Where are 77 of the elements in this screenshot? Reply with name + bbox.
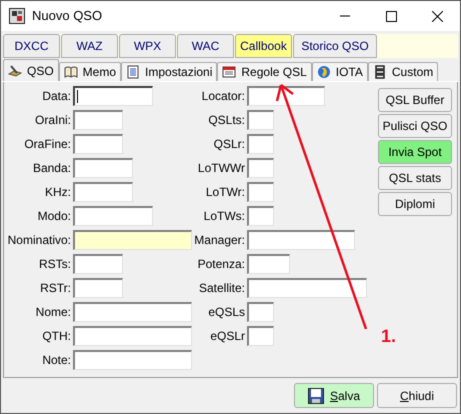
input-field[interactable] <box>247 134 274 154</box>
input-field[interactable] <box>73 302 192 322</box>
input-field[interactable] <box>73 278 123 298</box>
book-icon <box>64 65 78 79</box>
close-icon <box>432 10 442 22</box>
side-button[interactable]: QSL Buffer <box>378 88 452 112</box>
toolbar-button[interactable]: WAC <box>177 34 234 58</box>
tab[interactable]: QSO <box>3 59 59 81</box>
input-field[interactable] <box>247 158 274 178</box>
toolbar-button[interactable]: WPX <box>119 34 176 58</box>
field-label: LoTWWr <box>196 160 246 177</box>
input-field[interactable] <box>247 206 274 226</box>
stack-icon <box>372 65 387 79</box>
field-label: Note: <box>41 352 72 369</box>
field-label: Nominativo: <box>6 232 72 249</box>
input-field[interactable] <box>247 302 274 322</box>
calendar-icon <box>222 65 236 79</box>
field-label: LoTWr: <box>204 184 246 201</box>
side-button[interactable]: Pulisci QSO <box>378 114 452 138</box>
globe-icon <box>316 65 331 79</box>
input-field[interactable] <box>247 254 290 274</box>
field-label: RSTr: <box>39 280 72 297</box>
field-label: QSLr: <box>212 136 246 153</box>
tab[interactable]: Custom <box>368 62 438 81</box>
field-label: LoTWs: <box>202 208 246 225</box>
field-label: OraIni: <box>34 112 72 129</box>
input-field[interactable] <box>73 134 123 154</box>
field-label: QSLts: <box>207 112 246 129</box>
side-button[interactable]: Invia Spot <box>378 140 452 164</box>
input-field[interactable] <box>247 182 274 202</box>
tab[interactable]: Memo <box>58 62 122 81</box>
input-field[interactable] <box>247 230 355 250</box>
input-field[interactable] <box>73 326 192 346</box>
input-field[interactable] <box>247 278 367 298</box>
document-icon <box>126 65 140 79</box>
field-label: QTH: <box>41 328 72 345</box>
field-label: Potenza: <box>196 256 246 273</box>
field-label: KHz: <box>44 184 72 201</box>
toolbar-button[interactable]: WAZ <box>61 34 118 58</box>
tab[interactable]: Regole QSL <box>217 62 312 81</box>
field-label: RSTs: <box>38 256 72 273</box>
close-dialog-button[interactable]: Chiudi <box>377 383 457 408</box>
input-field[interactable] <box>73 254 123 274</box>
input-field[interactable] <box>73 206 153 226</box>
tab[interactable]: IOTA <box>312 62 368 81</box>
field-label: OraFine: <box>23 136 72 153</box>
side-button[interactable]: QSL stats <box>378 166 452 190</box>
input-field[interactable] <box>247 86 325 106</box>
input-field[interactable] <box>73 230 192 250</box>
side-button[interactable]: Diplomi <box>378 192 452 216</box>
annotation-number: 1. <box>381 325 396 348</box>
toolbar-button[interactable]: Storico QSO <box>293 34 377 58</box>
toolbar-button[interactable]: DXCC <box>3 34 60 58</box>
input-field[interactable] <box>247 326 274 346</box>
field-label: Banda: <box>32 160 72 177</box>
input-field[interactable] <box>73 182 133 202</box>
field-label: eQSLs <box>207 304 246 321</box>
text-cursor <box>77 90 78 103</box>
input-field[interactable] <box>73 110 123 130</box>
input-field[interactable] <box>247 110 274 130</box>
field-label: Manager: <box>193 232 246 249</box>
tab[interactable]: Impostazioni <box>121 62 218 81</box>
field-label: Satellite: <box>198 280 246 297</box>
field-label: Data: <box>41 88 72 105</box>
save-button[interactable]: Salva <box>294 383 374 408</box>
field-label: eQSLr <box>209 328 246 345</box>
window-title: Nuovo QSO <box>32 7 102 26</box>
field-label: Modo: <box>36 208 72 225</box>
field-label: Locator: <box>200 88 246 105</box>
pencil-icon <box>8 64 22 78</box>
app-icon <box>9 8 25 24</box>
toolbar-button[interactable]: Callbook <box>235 34 292 58</box>
input-field[interactable] <box>73 86 153 106</box>
input-field[interactable] <box>73 158 133 178</box>
input-field[interactable] <box>73 350 192 370</box>
field-label: Nome: <box>34 304 72 321</box>
maximize-icon <box>386 10 396 22</box>
